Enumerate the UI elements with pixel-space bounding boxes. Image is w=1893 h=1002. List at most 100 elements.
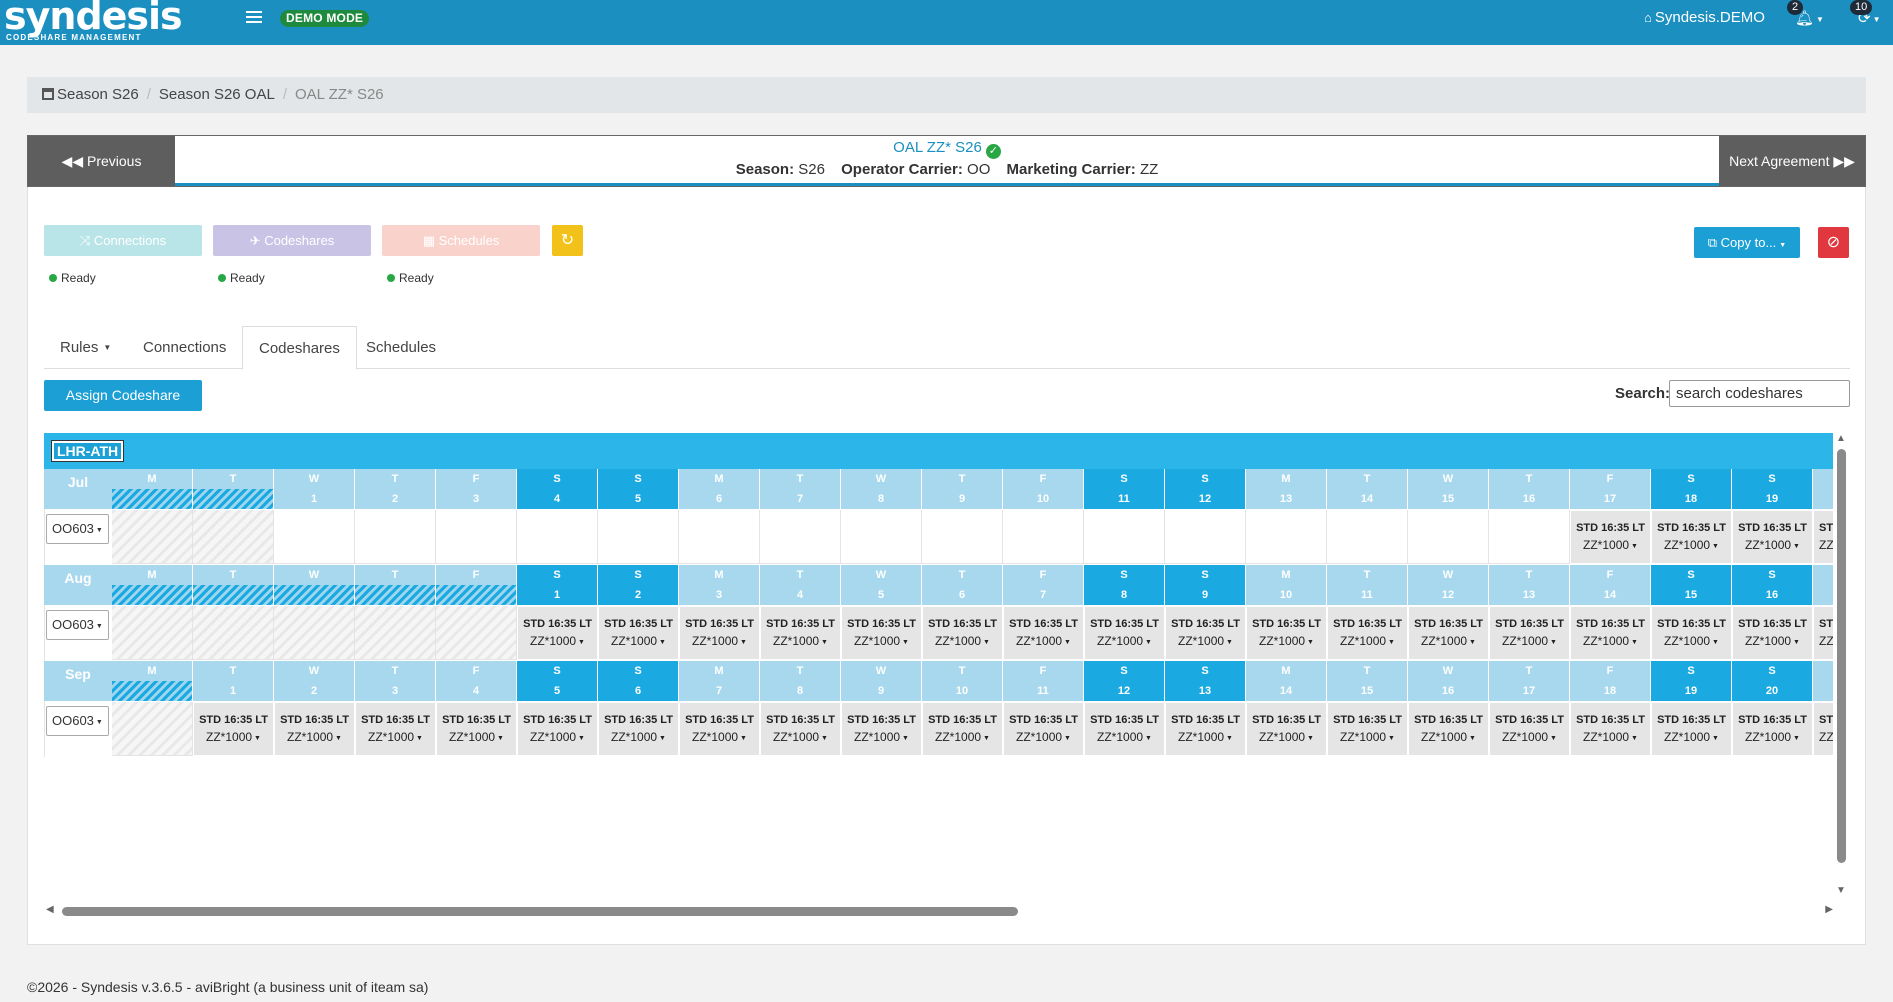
schedule-cell[interactable]: STD 16:35 LT ZZ*1000 ▼ xyxy=(1570,510,1651,564)
tab-rules[interactable]: Rules ▼ xyxy=(44,326,127,369)
schedule-cell[interactable]: STD 16:35 LT ZZ*1000 ▼ xyxy=(1732,702,1813,756)
schedule-cell[interactable]: STD 16:35 LT ZZ*1000 ▼ xyxy=(1003,606,1084,660)
vertical-scroll-thumb[interactable] xyxy=(1837,449,1846,863)
marketing-label: Marketing Carrier: xyxy=(1006,161,1136,178)
schedules-status-button[interactable]: ▦ Schedules xyxy=(382,225,540,256)
empty-day-cell[interactable] xyxy=(922,510,1003,564)
empty-day-cell[interactable] xyxy=(1246,510,1327,564)
schedule-cell[interactable]: STD 16:35 LT ZZ*1000 ▼ xyxy=(679,702,760,756)
schedule-cell[interactable]: STD 16:35 LT ZZ*1000 ▼ xyxy=(436,702,517,756)
weekday-header: W xyxy=(841,661,922,681)
schedule-cell[interactable]: STD 16:35 LT ZZ*1000 ▼ xyxy=(1165,702,1246,756)
scroll-right-icon[interactable]: ▶ xyxy=(1825,904,1833,915)
schedule-cell[interactable]: STD 16:35 LT ZZ*1000 ▼ xyxy=(1408,702,1489,756)
schedule-cell[interactable]: STD 16:35 LT ZZ*1000 ▼ xyxy=(1489,702,1570,756)
schedule-cell[interactable]: STD 16:35 LT ZZ*1000 ▼ xyxy=(760,606,841,660)
menu-toggle-icon[interactable] xyxy=(246,11,262,25)
calendar-icon xyxy=(42,88,54,100)
schedule-cell[interactable]: STD 16:35 LT ZZ*1000 ▼ xyxy=(841,606,922,660)
schedule-cell[interactable]: STD 16:35 LT ZZ*1000 ▼ xyxy=(1651,510,1732,564)
schedule-cell[interactable]: STD 16:35 LT ZZ*1000 ▼ xyxy=(1732,510,1813,564)
tab-codeshares[interactable]: Codeshares xyxy=(242,326,357,370)
schedule-cell[interactable]: STD 16:35 LT ZZ*1000 ▼ xyxy=(1651,606,1732,660)
codeshares-status-button[interactable]: ✈ Codeshares xyxy=(213,225,371,256)
schedule-cell[interactable]: STD 16:35 LT ZZ*1000 ▼ xyxy=(1732,606,1813,660)
day-number: 20 xyxy=(1732,681,1813,701)
copy-to-button[interactable]: ⧉ Copy to... ▼ xyxy=(1694,227,1800,258)
route-label[interactable]: LHR-ATH xyxy=(50,440,125,462)
schedule-cell[interactable]: STD 16:35 LT ZZ*1000 ▼ xyxy=(1327,702,1408,756)
schedule-cell[interactable]: STD 16:35 LT ZZ*1000 ▼ xyxy=(679,606,760,660)
connections-status-button[interactable]: ⤨ Connections xyxy=(44,225,202,256)
schedule-cell[interactable]: STD 16:35 LT ZZ*1000 ▼ xyxy=(274,702,355,756)
agreement-title[interactable]: OAL ZZ* S26 xyxy=(893,139,982,156)
codeshare-flight-number: ZZ*1000 xyxy=(1502,730,1549,744)
schedule-cell[interactable]: STD 16:35 LT ZZ*1000 ▼ xyxy=(517,606,598,660)
vertical-scrollbar[interactable]: ▲ ▼ xyxy=(1834,433,1848,898)
scroll-down-icon[interactable]: ▼ xyxy=(1836,885,1846,896)
empty-day-cell[interactable] xyxy=(1003,510,1084,564)
schedule-cell[interactable]: STD 16:35 LT ZZ*1000 ▼ xyxy=(1408,606,1489,660)
weekday-header: W xyxy=(841,565,922,585)
sync-menu[interactable]: 10 ⟳ ▼ xyxy=(1850,0,1881,27)
schedule-cell[interactable]: STD 16:35 LT ZZ*1000 ▼ xyxy=(1246,702,1327,756)
flight-select[interactable]: OO603 ▼ xyxy=(46,514,109,544)
empty-day-cell[interactable] xyxy=(1327,510,1408,564)
schedule-cell[interactable]: STD 16:35 LT ZZ*1000 ▼ xyxy=(1165,606,1246,660)
next-agreement-button[interactable]: Next Agreement ▶▶ xyxy=(1719,136,1865,186)
empty-day-cell[interactable] xyxy=(355,510,436,564)
empty-day-cell[interactable] xyxy=(1165,510,1246,564)
schedule-cell[interactable]: STD 16:35 LT ZZ*1000 ▼ xyxy=(922,702,1003,756)
empty-day-cell[interactable] xyxy=(274,510,355,564)
schedule-cell[interactable]: STD 16:35 LT ZZ*1000 ▼ xyxy=(922,606,1003,660)
tab-schedules[interactable]: Schedules xyxy=(350,326,452,369)
brand-logo[interactable]: syndesis CODESHARE MANAGEMENT xyxy=(4,0,183,45)
empty-day-cell[interactable] xyxy=(1489,510,1570,564)
schedule-cell[interactable]: STD 16:35 LT ZZ*1000 ▼ xyxy=(355,702,436,756)
org-menu[interactable]: ⌂ Syndesis.DEMO xyxy=(1644,9,1765,26)
empty-day-cell[interactable] xyxy=(679,510,760,564)
schedule-cell[interactable]: STD 16:35 LT ZZ*1000 ▼ xyxy=(1489,606,1570,660)
empty-day-cell[interactable] xyxy=(760,510,841,564)
horizontal-scrollbar[interactable]: ◀ ▶ xyxy=(44,904,1833,918)
schedule-cell[interactable]: STD 16:35 LT ZZ*1000 ▼ xyxy=(1651,702,1732,756)
scroll-up-icon[interactable]: ▲ xyxy=(1836,433,1846,444)
schedule-cell[interactable]: STD 16:35 LT ZZ*1000 ▼ xyxy=(1246,606,1327,660)
schedule-cell[interactable]: STD 16:35 LT ZZ*1000 ▼ xyxy=(1327,606,1408,660)
breadcrumb-season[interactable]: Season S26 xyxy=(42,86,139,103)
schedule-cell[interactable]: STD 16:35 LT ZZ*1000 ▼ xyxy=(1570,702,1651,756)
schedule-cell[interactable]: STD 16:35 LT ZZ*1000 ▼ xyxy=(598,702,679,756)
schedule-cell[interactable]: STD 16:35 LT ZZ*1000 ▼ xyxy=(760,702,841,756)
flight-select[interactable]: OO603 ▼ xyxy=(46,706,109,736)
schedule-time: STD 16:35 LT xyxy=(1333,618,1402,630)
schedule-cell[interactable]: STD 1 ZZ*1 xyxy=(1813,510,1833,564)
schedule-cell[interactable]: STD 16:35 LT ZZ*1000 ▼ xyxy=(1084,606,1165,660)
assign-codeshare-button[interactable]: Assign Codeshare xyxy=(44,380,202,411)
previous-agreement-button[interactable]: ◀◀ Previous Agreement xyxy=(28,136,175,219)
schedule-cell[interactable]: STD 1 ZZ*1 xyxy=(1813,702,1833,756)
breadcrumb-season-oal[interactable]: Season S26 OAL xyxy=(159,86,275,103)
empty-day-cell[interactable] xyxy=(1084,510,1165,564)
scroll-left-icon[interactable]: ◀ xyxy=(46,904,54,915)
schedule-cell[interactable]: STD 16:35 LT ZZ*1000 ▼ xyxy=(193,702,274,756)
empty-day-cell[interactable] xyxy=(517,510,598,564)
notifications-menu[interactable]: 2 🔔︎ ▼ xyxy=(1787,0,1824,27)
schedule-cell[interactable]: STD 16:35 LT ZZ*1000 ▼ xyxy=(1003,702,1084,756)
search-input[interactable] xyxy=(1669,380,1850,407)
schedule-cell[interactable]: STD 16:35 LT ZZ*1000 ▼ xyxy=(841,702,922,756)
flight-select[interactable]: OO603 ▼ xyxy=(46,610,109,640)
refresh-button[interactable]: ↻ xyxy=(552,225,583,256)
schedule-cell[interactable]: STD 1 ZZ*1 xyxy=(1813,606,1833,660)
tab-connections[interactable]: Connections xyxy=(127,326,242,369)
schedule-cell[interactable]: STD 16:35 LT ZZ*1000 ▼ xyxy=(517,702,598,756)
horizontal-scroll-thumb[interactable] xyxy=(62,907,1018,916)
schedule-cell[interactable]: STD 16:35 LT ZZ*1000 ▼ xyxy=(1570,606,1651,660)
empty-day-cell[interactable] xyxy=(436,510,517,564)
schedule-cell[interactable]: STD 16:35 LT ZZ*1000 ▼ xyxy=(1084,702,1165,756)
empty-day-cell[interactable] xyxy=(1408,510,1489,564)
empty-day-cell[interactable] xyxy=(841,510,922,564)
cancel-agreement-button[interactable]: ⊘ xyxy=(1818,227,1849,258)
schedule-cell[interactable]: STD 16:35 LT ZZ*1000 ▼ xyxy=(598,606,679,660)
empty-day-cell[interactable] xyxy=(598,510,679,564)
codeshare-flight: ZZ*1000 ▼ xyxy=(1490,634,1569,648)
